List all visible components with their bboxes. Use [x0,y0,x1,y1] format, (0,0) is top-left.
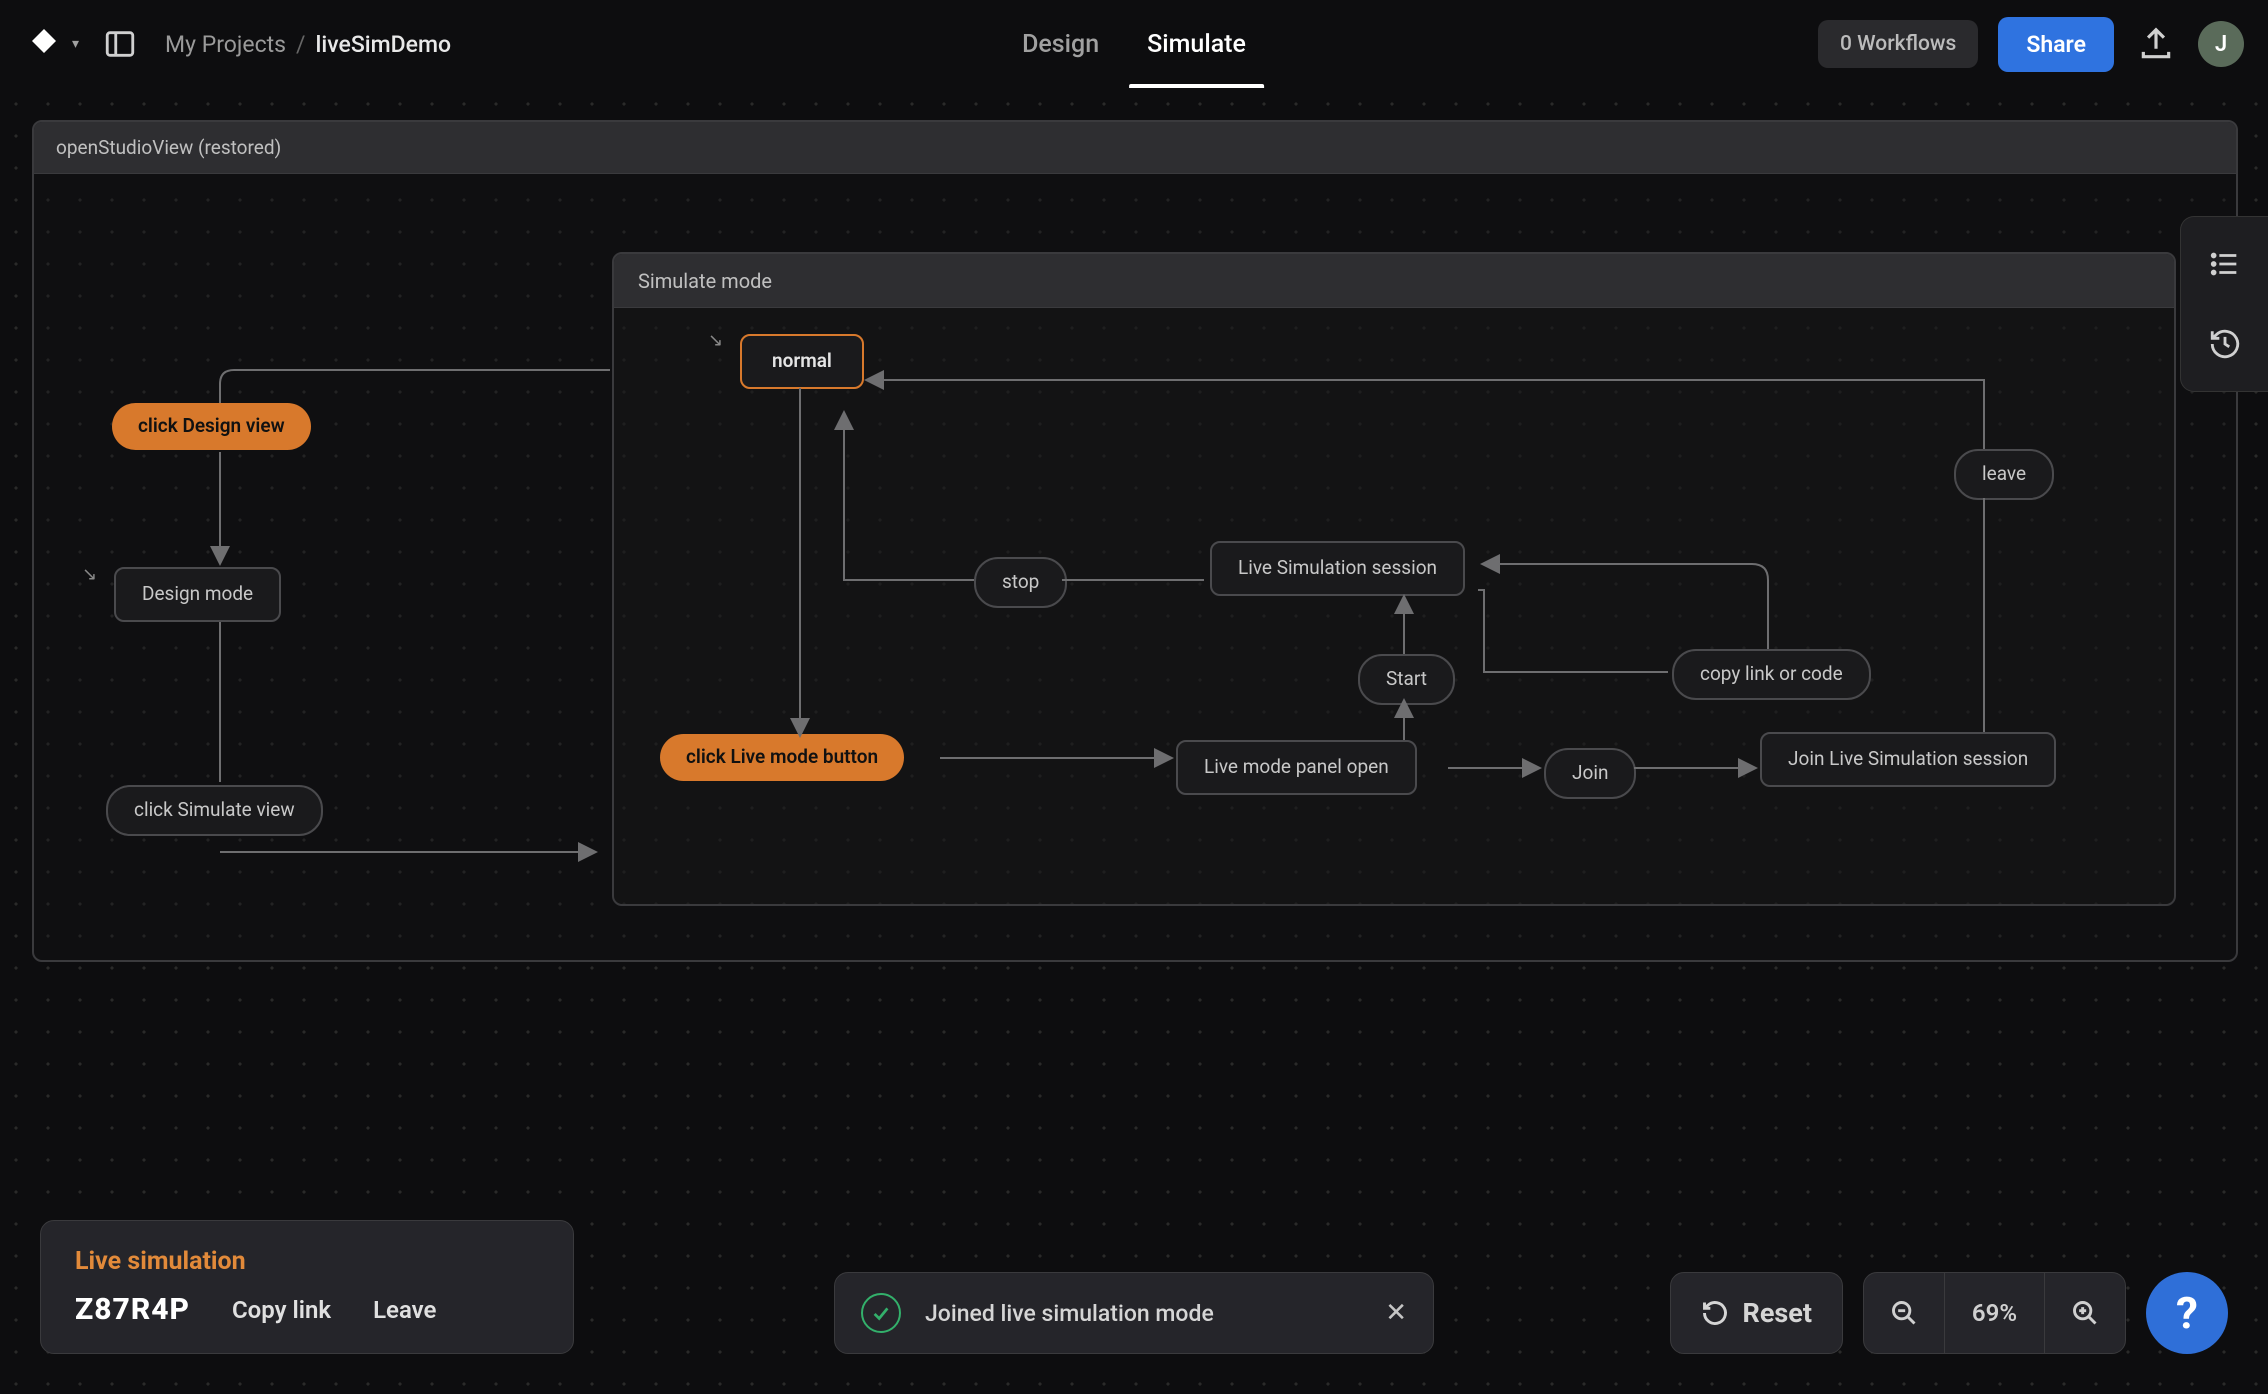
zoom-in-icon [2071,1299,2099,1327]
toast: Joined live simulation mode ✕ [834,1272,1434,1354]
node-normal[interactable]: normal [740,334,864,389]
node-join-live-simulation-session[interactable]: Join Live Simulation session [1760,732,2056,787]
workflows-pill[interactable]: 0 Workflows [1818,20,1978,68]
node-join[interactable]: Join [1544,748,1636,799]
node-copy-link-or-code[interactable]: copy link or code [1672,649,1871,700]
reset-label: Reset [1743,1297,1812,1329]
node-design-mode[interactable]: Design mode [114,567,281,622]
zoom-controls: 69% [1863,1272,2126,1354]
node-click-simulate-view[interactable]: click Simulate view [106,785,323,836]
breadcrumb-current[interactable]: liveSimDemo [316,31,452,58]
zoom-out-icon [1890,1299,1918,1327]
mode-tabs: Design Simulate [1022,0,1246,88]
panel-toggle-button[interactable] [99,23,141,65]
node-click-design-view[interactable]: click Design view [112,403,311,450]
bottom-right-controls: Reset 69% ? [1670,1272,2228,1354]
live-simulation-panel: Live simulation Z87R4P Copy link Leave [40,1220,574,1354]
tab-design[interactable]: Design [1022,0,1099,88]
toast-close-icon[interactable]: ✕ [1385,1298,1407,1328]
state-openstudioview[interactable]: openStudioView (restored) ↘ click Design… [32,120,2238,962]
app-logo[interactable] [24,24,64,64]
logo-dropdown-caret[interactable]: ▾ [72,36,79,52]
node-live-simulation-session[interactable]: Live Simulation session [1210,541,1465,596]
breadcrumb-root[interactable]: My Projects [165,31,286,58]
zoom-out-button[interactable] [1864,1273,1944,1353]
zoom-in-button[interactable] [2044,1273,2125,1353]
leave-button[interactable]: Leave [373,1296,436,1324]
share-button[interactable]: Share [1998,17,2114,72]
top-bar: ▾ My Projects / liveSimDemo Design Simul… [0,0,2268,88]
user-avatar[interactable]: J [2198,21,2244,67]
node-click-live-mode-button[interactable]: click Live mode button [660,734,904,781]
reset-icon [1701,1299,1729,1327]
state-simulate-mode[interactable]: Simulate mode ↘ normal stop Live Simulat… [612,252,2176,906]
state-simulate-mode-header: Simulate mode [614,254,2174,308]
live-session-code: Z87R4P [75,1292,190,1327]
help-button[interactable]: ? [2146,1272,2228,1354]
node-leave[interactable]: leave [1954,449,2054,500]
zoom-value[interactable]: 69% [1944,1273,2044,1353]
reset-button[interactable]: Reset [1670,1272,1843,1354]
list-icon[interactable] [2206,245,2244,283]
canvas[interactable]: openStudioView (restored) ↘ click Design… [0,88,2268,1394]
live-panel-title: Live simulation [75,1247,539,1276]
check-icon [861,1293,901,1333]
state-openstudioview-header: openStudioView (restored) [34,122,2236,174]
right-side-rail [2180,216,2268,392]
history-icon[interactable] [2206,325,2244,363]
breadcrumb-separator: / [296,31,306,58]
breadcrumb: My Projects / liveSimDemo [165,31,451,58]
node-stop[interactable]: stop [974,557,1067,608]
export-button[interactable] [2134,22,2178,66]
copy-link-button[interactable]: Copy link [232,1296,331,1324]
node-live-mode-panel-open[interactable]: Live mode panel open [1176,740,1417,795]
node-start[interactable]: Start [1358,654,1455,705]
toast-message: Joined live simulation mode [925,1300,1361,1327]
tab-simulate[interactable]: Simulate [1147,0,1246,88]
initial-marker-icon-inner: ↘ [708,330,723,351]
initial-marker-icon: ↘ [82,564,97,585]
